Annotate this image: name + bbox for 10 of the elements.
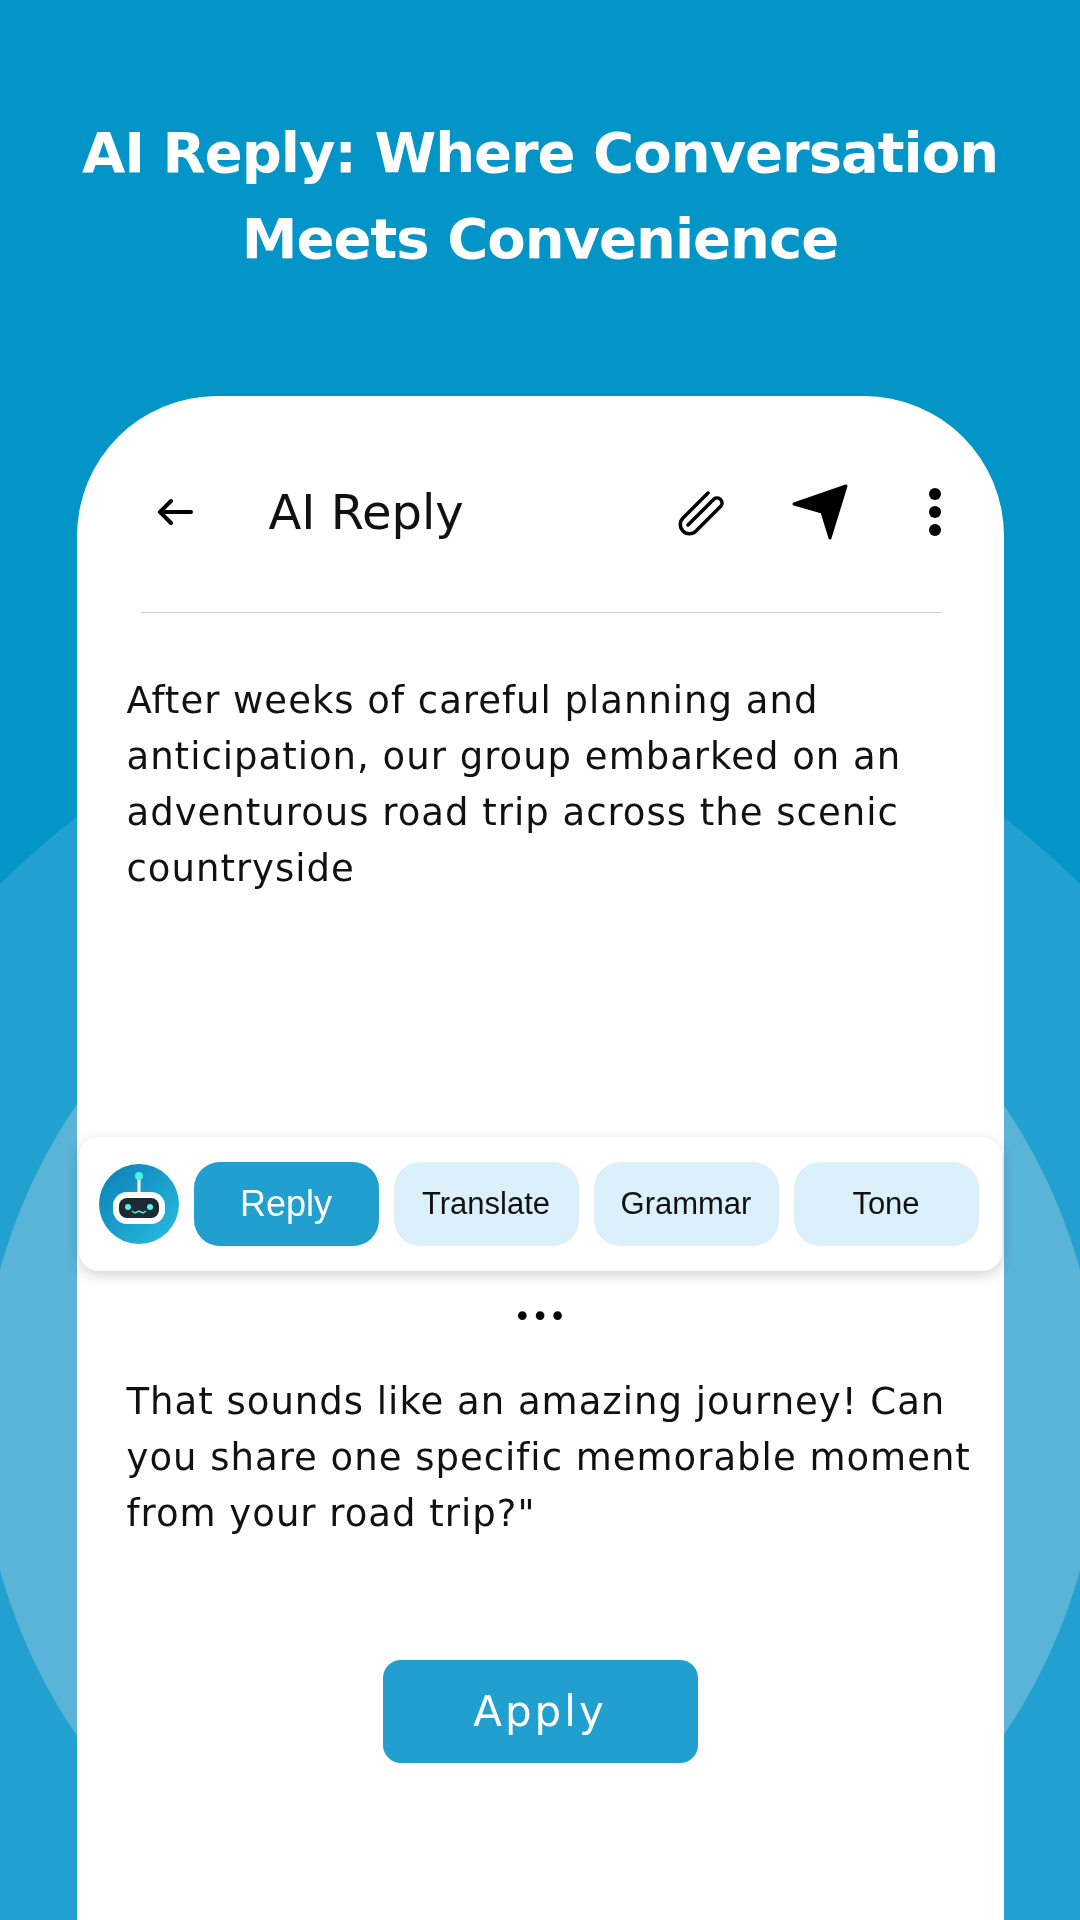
screen-title: AI Reply [268, 484, 464, 540]
tool-tab[interactable]: Tone [793, 1162, 979, 1246]
more-dots: ••• [512, 1299, 568, 1334]
more-vertical-icon[interactable] [927, 487, 942, 537]
input-text[interactable]: After weeks of careful planning and anticipation, our group embarked on an adventurous road trip across the scenic countryside [126, 673, 977, 897]
tool-tab[interactable]: Translate [393, 1162, 579, 1246]
reply-text: That sounds like an amazing journey! Can you share one specific memorable moment from your road trip?" [126, 1379, 972, 1537]
robot-icon [98, 1164, 179, 1244]
headline: AI Reply: Where Conversation Meets Convenience [80, 119, 1000, 273]
tool-tab[interactable]: Grammar [593, 1162, 779, 1246]
